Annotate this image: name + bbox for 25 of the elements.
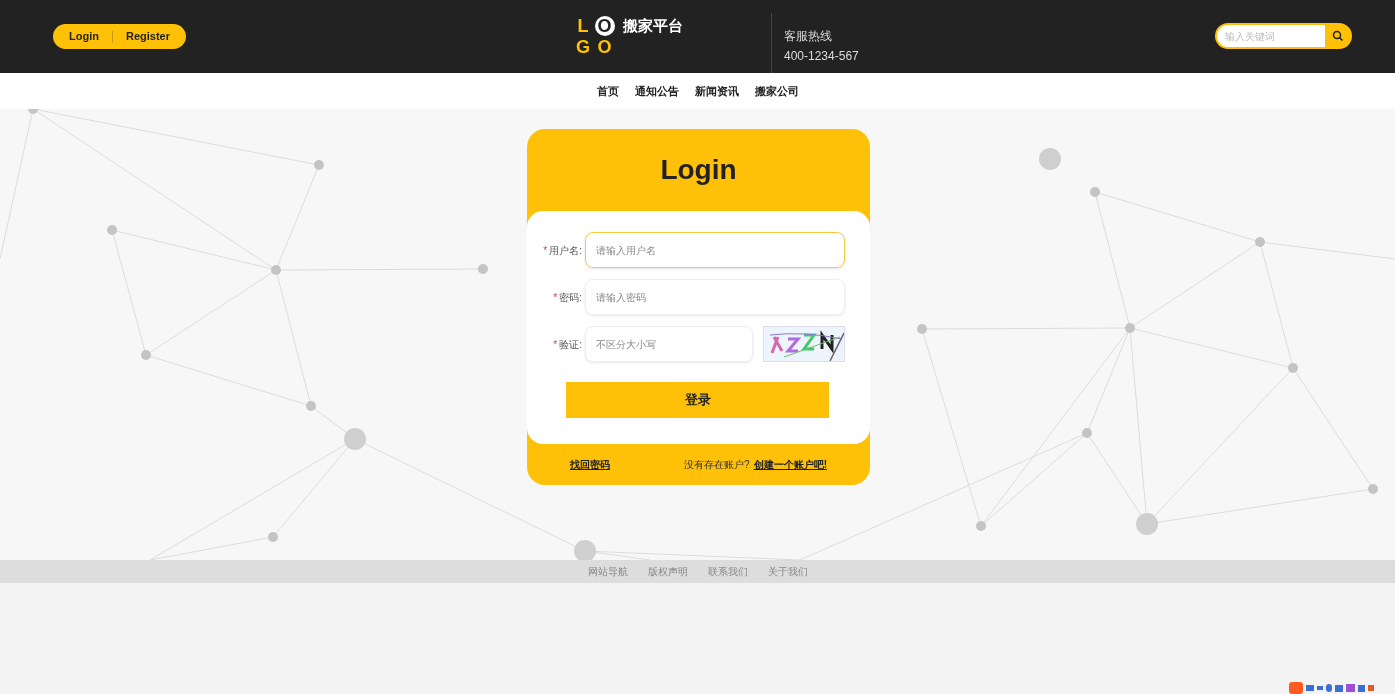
login-button[interactable]: Login bbox=[69, 28, 99, 45]
logo: L O G O bbox=[573, 16, 615, 57]
forgot-password-link[interactable]: 找回密码 bbox=[570, 457, 610, 472]
input-field[interactable]: 请输入用户名 bbox=[585, 232, 845, 268]
nav-link[interactable]: 通知公告 bbox=[634, 82, 679, 100]
signup-link[interactable]: 创建一个账户吧! bbox=[753, 457, 827, 472]
field-label: 密码: bbox=[559, 290, 582, 305]
hotline-label: 客服热线 bbox=[784, 28, 833, 45]
field-label: 用户名: bbox=[549, 243, 582, 258]
search-icon[interactable] bbox=[1332, 30, 1344, 42]
required-mark: * bbox=[553, 337, 558, 352]
required-mark: * bbox=[553, 290, 558, 305]
login-button[interactable]: 登录 bbox=[566, 382, 829, 418]
field-label: 验证: bbox=[559, 337, 582, 352]
hotline-number: 400-1234-567 bbox=[784, 48, 859, 65]
signup-prompt: 没有存在账户? bbox=[684, 458, 750, 472]
captcha-field[interactable]: 不区分大小写 bbox=[585, 326, 753, 362]
login-title: Login bbox=[659, 153, 738, 187]
register-button[interactable]: Register bbox=[125, 28, 170, 45]
nav-link[interactable]: 搬家公司 bbox=[754, 82, 799, 100]
required-mark: * bbox=[543, 243, 548, 258]
site-name: 搬家平台 bbox=[623, 16, 683, 36]
search-field[interactable]: 输入关键词 bbox=[1215, 23, 1352, 49]
nav-link[interactable]: 首页 bbox=[596, 82, 619, 100]
nav-link[interactable]: 新闻资讯 bbox=[694, 82, 739, 100]
